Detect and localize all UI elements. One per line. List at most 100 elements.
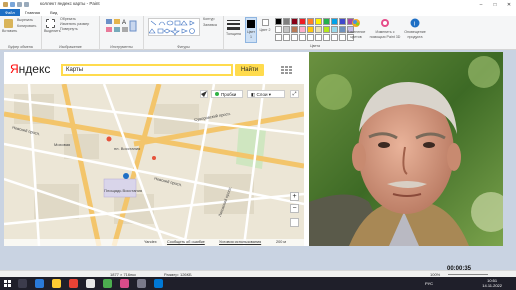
title-bar: коллект яндекс карты - Paint – □ ✕ bbox=[0, 0, 516, 9]
palette-swatch[interactable] bbox=[331, 34, 338, 41]
palette-swatch[interactable] bbox=[307, 26, 314, 33]
fullscreen-icon[interactable]: ⤢ bbox=[290, 90, 299, 98]
close-button[interactable]: ✕ bbox=[502, 0, 516, 9]
paste-icon[interactable] bbox=[4, 19, 13, 28]
palette-swatch[interactable] bbox=[323, 18, 330, 25]
shapes-gallery[interactable] bbox=[148, 18, 200, 36]
windows-start-icon[interactable] bbox=[4, 280, 11, 287]
rotate-button[interactable]: Повернуть bbox=[60, 27, 78, 32]
paint3d-icon bbox=[381, 19, 389, 27]
apps-grid-icon[interactable] bbox=[281, 66, 292, 74]
report-error-link[interactable]: Сообщить об ошибке bbox=[167, 239, 205, 246]
undo-icon[interactable] bbox=[17, 2, 22, 7]
palette-swatch[interactable] bbox=[315, 34, 322, 41]
palette-swatch[interactable] bbox=[323, 26, 330, 33]
maximize-button[interactable]: □ bbox=[488, 0, 502, 9]
windows-taskbar: РУС 10:51 14.11.2022 bbox=[0, 277, 516, 290]
edge-icon[interactable] bbox=[35, 279, 44, 288]
tools-group-label: Инструменты bbox=[110, 45, 133, 49]
palette-swatch[interactable] bbox=[299, 18, 306, 25]
zoom-in-button[interactable]: + bbox=[290, 192, 299, 201]
palette-swatch[interactable] bbox=[315, 26, 322, 33]
window-title: коллект яндекс карты - Paint bbox=[40, 1, 100, 6]
color2-swatch bbox=[261, 19, 269, 26]
traffic-button[interactable]: Пробки bbox=[211, 90, 243, 98]
outline-button[interactable]: Контур bbox=[203, 17, 215, 22]
yandex-search-button[interactable]: Найти bbox=[235, 64, 264, 76]
redo-icon[interactable] bbox=[24, 2, 29, 7]
thickness-button[interactable]: Толщина bbox=[226, 18, 241, 36]
street-label: Площадь Восстания bbox=[104, 188, 143, 193]
info-icon: i bbox=[410, 18, 420, 28]
locate-icon[interactable] bbox=[200, 90, 208, 98]
palette-swatch[interactable] bbox=[283, 18, 290, 25]
search-taskbar-icon[interactable] bbox=[18, 279, 27, 288]
copy-button[interactable]: Копировать bbox=[17, 24, 36, 29]
palette-swatch[interactable] bbox=[275, 34, 282, 41]
palette-swatch[interactable] bbox=[275, 26, 282, 33]
explorer-icon[interactable] bbox=[52, 279, 61, 288]
zoom-out-button[interactable]: − bbox=[290, 204, 299, 213]
palette-swatch[interactable] bbox=[275, 18, 282, 25]
drawing-canvas[interactable]: Яндекс Карты Найти Невский просп. Мохова… bbox=[4, 52, 503, 246]
palette-swatch[interactable] bbox=[307, 18, 314, 25]
palette-swatch[interactable] bbox=[283, 26, 290, 33]
select-label[interactable]: Выделить bbox=[44, 29, 61, 34]
status-bar: 1877 × 716пкс Размер: 126КБ 100% bbox=[0, 270, 516, 277]
product-alert-button[interactable]: i Оповещение продукта bbox=[402, 18, 428, 40]
product-alert-label: Оповещение продукта bbox=[404, 30, 426, 39]
palette-swatch[interactable] bbox=[291, 34, 298, 41]
portrait-image bbox=[309, 52, 503, 246]
language-indicator[interactable]: РУС bbox=[425, 281, 433, 286]
yandex-logo: Яндекс bbox=[10, 62, 51, 76]
palette-swatch[interactable] bbox=[299, 34, 306, 41]
palette-swatch[interactable] bbox=[291, 26, 298, 33]
palette-swatch[interactable] bbox=[323, 34, 330, 41]
edit-colors-button[interactable]: Изменение цветов bbox=[345, 18, 367, 40]
terms-link[interactable]: Условия использования bbox=[219, 239, 261, 246]
palette-swatch[interactable] bbox=[283, 34, 290, 41]
paint3d-label: Изменить с помощью Paint 3D bbox=[369, 30, 401, 39]
tools-icons[interactable]: A bbox=[106, 19, 138, 35]
app-icon-3[interactable] bbox=[154, 279, 163, 288]
palette-swatch[interactable] bbox=[307, 34, 314, 41]
yandex-browser-icon[interactable] bbox=[86, 279, 95, 288]
save-quick-icon[interactable] bbox=[10, 2, 15, 7]
fill-button[interactable]: Заливка bbox=[203, 23, 217, 28]
traffic-light-icon bbox=[215, 92, 219, 96]
paste-label[interactable]: Вставить bbox=[2, 29, 17, 34]
app-icon-2[interactable] bbox=[137, 279, 146, 288]
palette-swatch[interactable] bbox=[291, 18, 298, 25]
tab-view[interactable]: Вид bbox=[45, 9, 62, 16]
shapes-group: Контур Заливка Фигуры bbox=[144, 16, 224, 50]
paint3d-button[interactable]: Изменить с помощью Paint 3D bbox=[369, 18, 401, 40]
palette-swatch[interactable] bbox=[315, 18, 322, 25]
layers-button[interactable]: ◧ Слои ▾ bbox=[247, 90, 285, 98]
palette-swatch[interactable] bbox=[331, 26, 338, 33]
paint-taskbar-icon[interactable] bbox=[120, 279, 129, 288]
palette-swatch[interactable] bbox=[299, 26, 306, 33]
ruler-icon[interactable] bbox=[290, 218, 299, 227]
canvas-workspace: Яндекс Карты Найти Невский просп. Мохова… bbox=[0, 50, 516, 270]
colors-group-label: Цвета bbox=[309, 44, 320, 48]
tab-file[interactable]: Файл bbox=[0, 9, 20, 16]
edit-colors-label: Изменение цветов bbox=[346, 30, 366, 39]
select-icon[interactable] bbox=[46, 19, 55, 28]
taskbar-clock[interactable]: 10:51 14.11.2022 bbox=[482, 278, 502, 288]
zoom-slider[interactable] bbox=[448, 274, 488, 275]
palette-swatch[interactable] bbox=[331, 18, 338, 25]
color-palette bbox=[275, 18, 354, 41]
minimize-button[interactable]: – bbox=[474, 0, 488, 9]
color2-button[interactable]: Цвет 2 bbox=[259, 17, 271, 43]
portrait-photo bbox=[309, 52, 503, 246]
color1-swatch bbox=[247, 20, 255, 28]
color1-button[interactable]: Цвет 1 bbox=[245, 17, 257, 43]
yandex-map[interactable]: Невский просп. Моховая пл. Восстания Пло… bbox=[4, 84, 304, 246]
app-icon[interactable] bbox=[103, 279, 112, 288]
yandex-header: Яндекс Карты Найти bbox=[4, 52, 308, 82]
tab-home[interactable]: Главная bbox=[20, 9, 45, 16]
yandex-search-input[interactable]: Карты bbox=[61, 64, 233, 76]
opera-icon[interactable] bbox=[69, 279, 78, 288]
image-group-label: Изображение bbox=[59, 45, 82, 49]
cut-button[interactable]: Вырезать bbox=[17, 18, 33, 23]
